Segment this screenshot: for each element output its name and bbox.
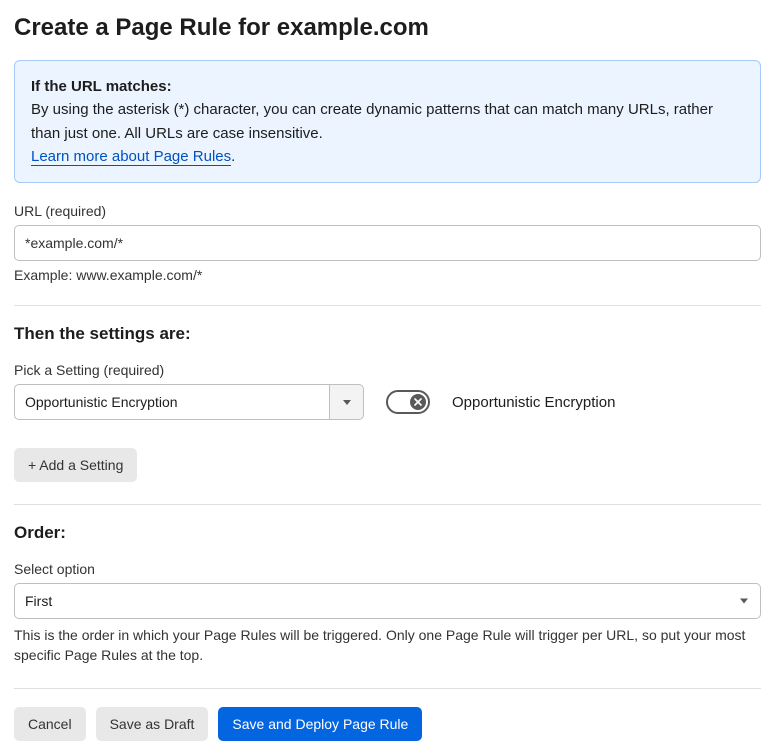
url-label: URL (required) bbox=[14, 203, 761, 219]
cancel-button[interactable]: Cancel bbox=[14, 707, 86, 741]
toggle-label: Opportunistic Encryption bbox=[452, 394, 615, 411]
add-setting-button[interactable]: + Add a Setting bbox=[14, 448, 137, 482]
caret-down-icon bbox=[343, 400, 351, 405]
order-select-value: First bbox=[25, 593, 52, 609]
setting-select[interactable]: Opportunistic Encryption bbox=[14, 384, 364, 420]
order-title: Order: bbox=[14, 523, 761, 543]
setting-select-button[interactable] bbox=[330, 384, 364, 420]
page-title: Create a Page Rule for example.com bbox=[14, 14, 761, 42]
info-box-trailing: . bbox=[231, 148, 235, 165]
info-box-body: By using the asterisk (*) character, you… bbox=[31, 101, 713, 141]
caret-down-icon bbox=[740, 599, 748, 604]
opportunistic-encryption-toggle[interactable] bbox=[386, 390, 430, 414]
divider bbox=[14, 688, 761, 689]
info-box-title: If the URL matches: bbox=[31, 78, 172, 95]
save-draft-button[interactable]: Save as Draft bbox=[96, 707, 209, 741]
settings-title: Then the settings are: bbox=[14, 324, 761, 344]
save-deploy-button[interactable]: Save and Deploy Page Rule bbox=[218, 707, 422, 741]
x-icon bbox=[414, 398, 422, 406]
order-select[interactable]: First bbox=[14, 583, 761, 619]
pick-setting-label: Pick a Setting (required) bbox=[14, 362, 761, 378]
setting-select-value: Opportunistic Encryption bbox=[14, 384, 330, 420]
divider bbox=[14, 305, 761, 306]
url-input[interactable] bbox=[14, 225, 761, 261]
divider bbox=[14, 504, 761, 505]
info-box: If the URL matches: By using the asteris… bbox=[14, 60, 761, 183]
learn-more-link[interactable]: Learn more about Page Rules bbox=[31, 148, 231, 166]
url-example: Example: www.example.com/* bbox=[14, 267, 761, 283]
action-bar: Cancel Save as Draft Save and Deploy Pag… bbox=[14, 707, 761, 741]
order-help-text: This is the order in which your Page Rul… bbox=[14, 625, 761, 666]
toggle-knob bbox=[410, 394, 426, 410]
settings-row: Opportunistic Encryption Opportunistic E… bbox=[14, 384, 761, 420]
order-select-label: Select option bbox=[14, 561, 761, 577]
